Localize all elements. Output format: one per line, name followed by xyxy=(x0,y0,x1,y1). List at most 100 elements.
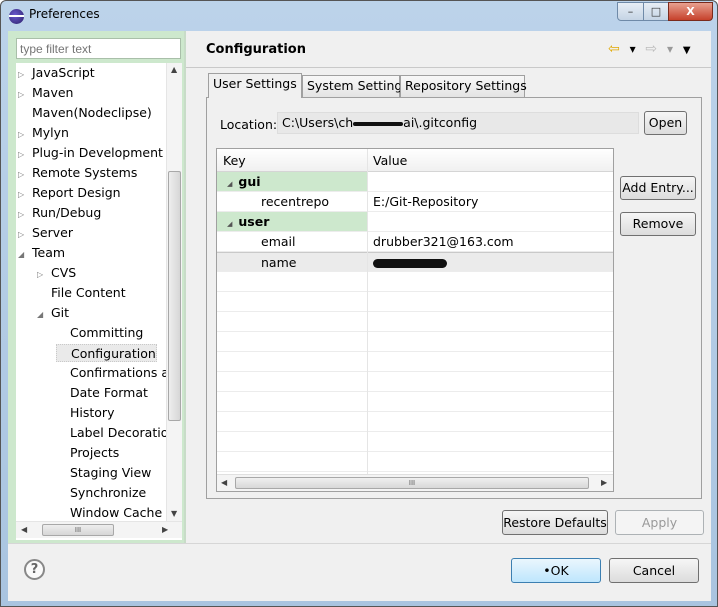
scroll-left-icon[interactable]: ◀ xyxy=(221,478,227,487)
maximize-button[interactable]: □ xyxy=(643,2,669,21)
location-label: Location: xyxy=(220,117,278,132)
table-row[interactable]: email drubber321@163.com xyxy=(217,232,613,252)
tree-item[interactable]: Maven(Nodeclipse) xyxy=(18,104,152,122)
tree-item[interactable]: History xyxy=(56,404,114,422)
view-menu-icon[interactable]: ▼ xyxy=(683,45,691,56)
key-cell: name xyxy=(217,253,367,272)
column-header-value[interactable]: Value xyxy=(373,153,407,168)
tree-item[interactable]: Committing xyxy=(56,324,143,342)
expanded-twisty-icon[interactable]: ◢ xyxy=(227,220,232,228)
scroll-down-icon[interactable]: ▼ xyxy=(171,509,177,518)
forward-menu-icon[interactable]: ▾ xyxy=(667,42,673,56)
column-header-key[interactable]: Key xyxy=(223,153,246,168)
collapsed-twisty-icon[interactable]: ▷ xyxy=(18,226,32,244)
scroll-right-icon[interactable]: ▶ xyxy=(601,478,607,487)
open-button[interactable]: Open xyxy=(644,111,687,135)
tree-item[interactable]: Staging View xyxy=(56,464,151,482)
close-button[interactable]: X xyxy=(668,2,713,21)
back-arrow-icon[interactable]: ⇦ xyxy=(608,41,620,57)
tree-item[interactable]: Synchronize xyxy=(56,484,146,502)
tree-hscroll-thumb[interactable]: III xyxy=(42,524,114,536)
collapsed-twisty-icon[interactable]: ▷ xyxy=(18,206,32,224)
table-row[interactable]: ◢ gui xyxy=(217,172,613,192)
page-navigation: ⇦ ▾ ⇨ ▾ ▼ xyxy=(608,41,697,57)
table-row[interactable]: ◢ user xyxy=(217,212,613,232)
value-cell[interactable]: E:/Git-Repository xyxy=(373,192,478,211)
table-hscroll-thumb[interactable]: III xyxy=(235,477,589,489)
scroll-right-icon[interactable]: ▶ xyxy=(162,525,168,534)
section-name: gui xyxy=(238,174,261,189)
forward-arrow-icon[interactable]: ⇨ xyxy=(645,41,657,57)
collapsed-twisty-icon[interactable]: ▷ xyxy=(18,86,32,104)
back-menu-icon[interactable]: ▾ xyxy=(630,42,636,56)
restore-defaults-button[interactable]: Restore Defaults xyxy=(502,510,608,535)
tab-user-settings[interactable]: User Settings xyxy=(208,73,302,98)
collapsed-twisty-icon[interactable]: ▷ xyxy=(37,266,51,284)
expanded-twisty-icon[interactable]: ◢ xyxy=(227,180,232,188)
tree-item-label: JavaScript xyxy=(32,65,95,80)
empty-row xyxy=(217,432,613,452)
cancel-button[interactable]: Cancel xyxy=(609,558,699,583)
scroll-left-icon[interactable]: ◀ xyxy=(21,525,27,534)
tree-item[interactable]: File Content xyxy=(37,284,126,302)
table-row[interactable]: name xyxy=(217,252,613,272)
expanded-twisty-icon[interactable]: ◢ xyxy=(18,246,32,264)
tree-horizontal-scrollbar[interactable]: ◀ III ▶ xyxy=(16,521,182,538)
collapsed-twisty-icon[interactable]: ▷ xyxy=(18,186,32,204)
tree-item-label: Maven xyxy=(32,85,74,100)
redaction-mark xyxy=(353,121,404,126)
tree-item[interactable]: ▷ Report Design xyxy=(18,184,121,202)
value-cell[interactable] xyxy=(373,253,447,272)
tree-item[interactable]: ▷ Plug-in Development xyxy=(18,144,163,162)
collapsed-twisty-icon[interactable]: ▷ xyxy=(18,126,32,144)
value-cell[interactable]: drubber321@163.com xyxy=(373,232,514,251)
title-separator xyxy=(186,67,711,68)
tree-item[interactable]: Projects xyxy=(56,444,119,462)
filter-input[interactable] xyxy=(16,38,181,59)
tree-item[interactable]: ▷ Run/Debug xyxy=(18,204,101,222)
tree-item[interactable]: ▷ Mylyn xyxy=(18,124,69,142)
location-field[interactable]: C:\Users\ch ai\.gitconfig xyxy=(277,112,639,134)
key-cell: recentrepo xyxy=(217,192,367,211)
tab-repository-settings[interactable]: Repository Settings xyxy=(400,75,527,97)
tree-item[interactable]: ◢ Git xyxy=(37,304,69,322)
add-entry-button[interactable]: Add Entry... xyxy=(620,176,696,200)
remove-button[interactable]: Remove xyxy=(620,212,696,236)
collapsed-twisty-icon[interactable]: ▷ xyxy=(18,166,32,184)
tree-item[interactable]: Configuration xyxy=(56,344,157,362)
tree-vertical-scrollbar[interactable]: ▲ ▼ xyxy=(166,63,182,521)
empty-row xyxy=(217,452,613,472)
eclipse-icon xyxy=(9,9,24,24)
tree-vscroll-thumb[interactable] xyxy=(168,171,181,421)
table-horizontal-scrollbar[interactable]: ◀ III ▶ xyxy=(217,474,613,491)
footer-separator xyxy=(8,543,711,544)
tree-item[interactable]: Confirmations a xyxy=(56,364,169,382)
table-row[interactable]: recentrepo E:/Git-Repository xyxy=(217,192,613,212)
tree-item[interactable]: ▷ Maven xyxy=(18,84,73,102)
tree-item[interactable]: Label Decoratio xyxy=(56,424,168,442)
tab-label: User Settings xyxy=(213,76,297,91)
collapsed-twisty-icon[interactable]: ▷ xyxy=(18,66,32,84)
help-icon[interactable]: ? xyxy=(24,559,45,580)
tree-item[interactable]: Date Format xyxy=(56,384,148,402)
location-prefix: C:\Users\ch xyxy=(282,115,354,130)
tree-item[interactable]: Window Cache xyxy=(56,504,162,522)
empty-row xyxy=(217,412,613,432)
tree-item[interactable]: ◢ Team xyxy=(18,244,65,262)
tree-item-label: Configuration xyxy=(71,346,156,361)
collapsed-twisty-icon[interactable]: ▷ xyxy=(18,146,32,164)
scroll-up-icon[interactable]: ▲ xyxy=(171,65,177,74)
expanded-twisty-icon[interactable]: ◢ xyxy=(37,306,51,324)
ok-button[interactable]: •OK xyxy=(511,558,601,583)
minimize-button[interactable]: – xyxy=(617,2,644,21)
dialog-client: Window Cache Synchronize Staging View Proje… xyxy=(8,31,711,601)
tree-item[interactable]: ▷ CVS xyxy=(37,264,76,282)
apply-button[interactable]: Apply xyxy=(615,510,704,535)
tree-item-label: Mylyn xyxy=(32,125,69,140)
tree-item-label: Maven(Nodeclipse) xyxy=(32,105,152,120)
tree-item[interactable]: ▷ JavaScript xyxy=(18,64,95,82)
tree-item[interactable]: ▷ Server xyxy=(18,224,73,242)
tree-item[interactable]: ▷ Remote Systems xyxy=(18,164,137,182)
tab-system-settings[interactable]: System Settings xyxy=(302,75,409,97)
user-settings-panel: Location: C:\Users\ch ai\.gitconfig Open … xyxy=(206,97,702,499)
